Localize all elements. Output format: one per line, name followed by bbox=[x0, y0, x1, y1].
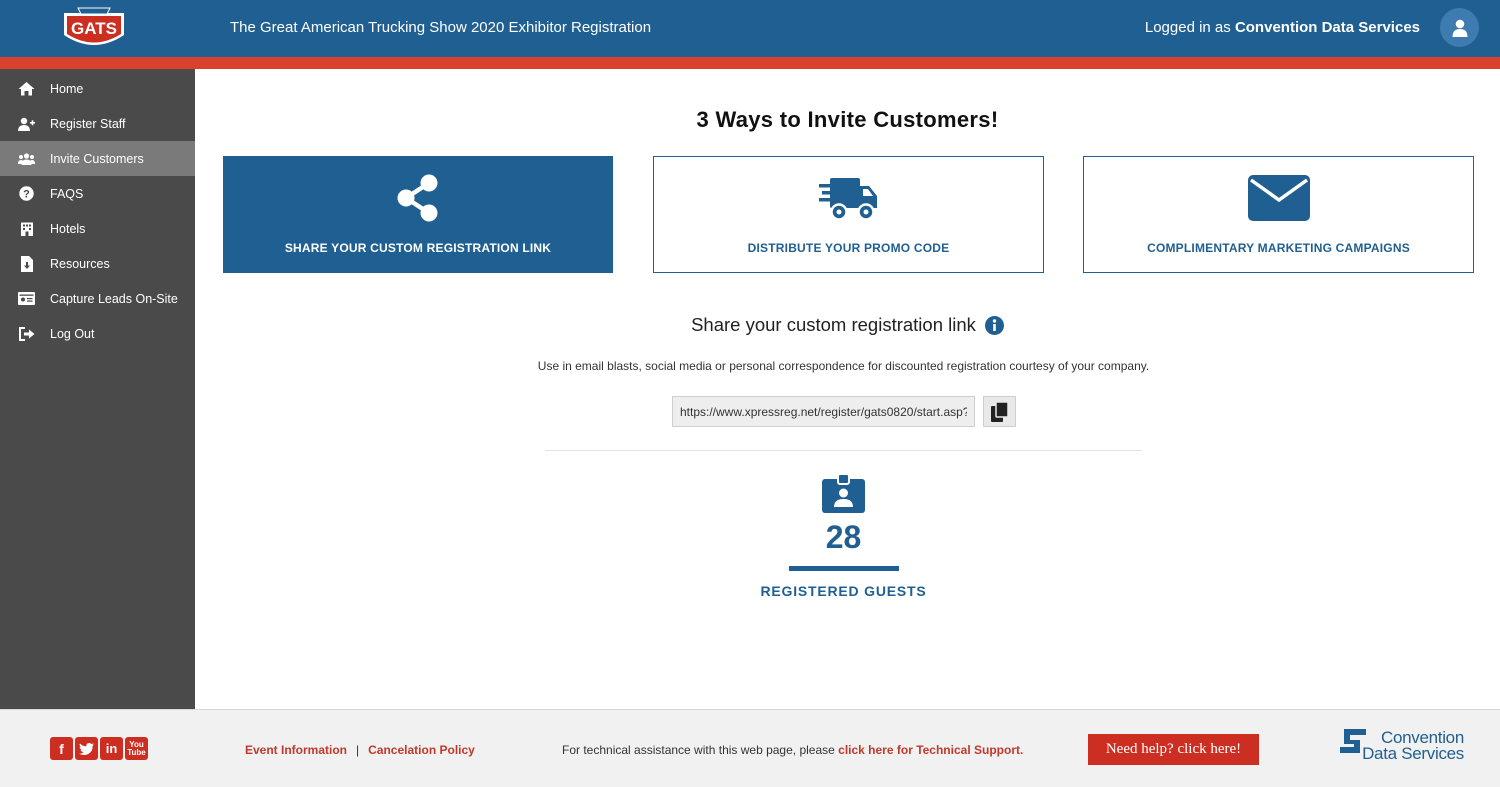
support-prefix: For technical assistance with this web p… bbox=[562, 743, 835, 757]
user-plus-icon bbox=[18, 115, 35, 132]
user-avatar-button[interactable] bbox=[1440, 8, 1479, 47]
truck-icon bbox=[818, 178, 877, 221]
sidebar-item-home[interactable]: Home bbox=[0, 71, 195, 106]
sidebar-item-faqs[interactable]: ? FAQS bbox=[0, 176, 195, 211]
facebook-icon[interactable]: f bbox=[50, 737, 73, 760]
promo-code-card[interactable]: DISTRIBUTE YOUR PROMO CODE bbox=[653, 156, 1044, 273]
sidebar-item-capture-leads[interactable]: Capture Leads On-Site bbox=[0, 281, 195, 316]
building-icon bbox=[18, 220, 35, 237]
id-badge-icon bbox=[822, 474, 865, 513]
share-link-card[interactable]: SHARE YOUR CUSTOM REGISTRATION LINK bbox=[223, 156, 613, 273]
cancelation-policy-link[interactable]: Cancelation Policy bbox=[368, 743, 475, 757]
sidebar-item-hotels[interactable]: Hotels bbox=[0, 211, 195, 246]
logged-in-prefix: Logged in as bbox=[1144, 19, 1231, 36]
sidebar-nav: Home Register Staff Invite Customers ? F… bbox=[0, 69, 195, 709]
page-footer: f in You Tube Event Information | Cancelati… bbox=[0, 709, 1500, 787]
main-content: 3 Ways to Invite Customers! SHARE YOUR C… bbox=[195, 69, 1500, 709]
sidebar-item-label: Invite Customers bbox=[50, 151, 144, 166]
sidebar-item-label: Home bbox=[50, 81, 84, 96]
sidebar-item-resources[interactable]: Resources bbox=[0, 246, 195, 281]
sidebar-item-register-staff[interactable]: Register Staff bbox=[0, 106, 195, 141]
footer-separator: | bbox=[356, 743, 360, 757]
sidebar-item-label: Capture Leads On-Site bbox=[50, 291, 178, 306]
users-icon bbox=[18, 150, 35, 167]
sidebar-item-log-out[interactable]: Log Out bbox=[0, 316, 195, 351]
section-title-text: Share your custom registration link bbox=[691, 314, 976, 335]
top-header: GATS The Great American Trucking Show 20… bbox=[0, 0, 1500, 57]
user-icon bbox=[1452, 19, 1467, 37]
event-information-link[interactable]: Event Information bbox=[245, 743, 347, 757]
svg-text:?: ? bbox=[23, 189, 30, 201]
section-description: Use in email blasts, social media or per… bbox=[537, 359, 1150, 373]
header-accent-stripe bbox=[0, 57, 1500, 69]
app-title: The Great American Trucking Show 2020 Ex… bbox=[230, 19, 652, 36]
card-label: SHARE YOUR CUSTOM REGISTRATION LINK bbox=[284, 241, 552, 255]
count-underline bbox=[789, 566, 899, 571]
file-download-icon bbox=[18, 255, 35, 272]
copy-link-button[interactable] bbox=[983, 396, 1016, 427]
social-links: f in You Tube bbox=[50, 737, 148, 760]
youtube-icon[interactable]: You Tube bbox=[125, 737, 148, 760]
registered-guests-label: REGISTERED GUESTS bbox=[760, 583, 927, 599]
envelope-icon bbox=[1247, 175, 1310, 221]
sidebar-item-label: FAQS bbox=[50, 186, 84, 201]
footer-links: Event Information | Cancelation Policy bbox=[245, 743, 475, 757]
card-label: DISTRIBUTE YOUR PROMO CODE bbox=[747, 241, 950, 255]
logged-in-status: Logged in as Convention Data Services bbox=[1145, 19, 1420, 36]
registered-guests-count: 28 bbox=[825, 519, 862, 555]
id-card-icon bbox=[18, 290, 35, 307]
copy-icon bbox=[990, 401, 1009, 422]
sidebar-item-invite-customers[interactable]: Invite Customers bbox=[0, 141, 195, 176]
technical-support-link[interactable]: click here for Technical Support. bbox=[838, 743, 1023, 757]
twitter-icon[interactable] bbox=[75, 737, 98, 760]
linkedin-icon[interactable]: in bbox=[100, 737, 123, 760]
svg-text:GATS: GATS bbox=[71, 19, 117, 38]
technical-support-text: For technical assistance with this web p… bbox=[562, 743, 1023, 757]
home-icon bbox=[18, 80, 35, 97]
convention-data-services-logo[interactable]: Convention Data Services bbox=[1338, 727, 1468, 773]
user-name: Convention Data Services bbox=[1234, 19, 1420, 36]
share-icon bbox=[397, 174, 438, 222]
need-help-button[interactable]: Need help? click here! bbox=[1088, 734, 1259, 765]
page-title: 3 Ways to Invite Customers! bbox=[696, 107, 999, 132]
sign-out-icon bbox=[18, 325, 35, 342]
section-title: Share your custom registration link bbox=[195, 314, 1500, 336]
question-circle-icon: ? bbox=[18, 185, 35, 202]
info-icon[interactable] bbox=[984, 315, 1004, 335]
marketing-campaigns-card[interactable]: COMPLIMENTARY MARKETING CAMPAIGNS bbox=[1083, 156, 1474, 273]
cds-line-2: Data Services bbox=[1362, 744, 1464, 763]
card-label: COMPLIMENTARY MARKETING CAMPAIGNS bbox=[1147, 241, 1410, 255]
divider bbox=[545, 450, 1142, 451]
sidebar-item-label: Log Out bbox=[50, 326, 95, 341]
sidebar-item-label: Register Staff bbox=[50, 116, 126, 131]
registration-link-field[interactable] bbox=[672, 396, 975, 427]
gats-logo[interactable]: GATS bbox=[58, 5, 130, 53]
sidebar-item-label: Resources bbox=[50, 256, 110, 271]
sidebar-item-label: Hotels bbox=[50, 221, 86, 236]
